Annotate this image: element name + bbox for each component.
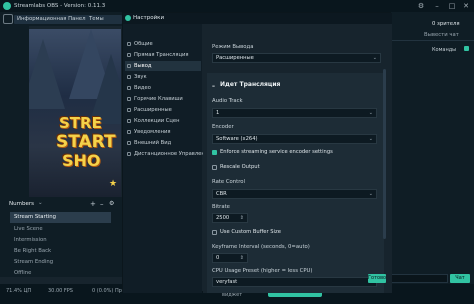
collapse-icon[interactable]: –: [212, 83, 215, 90]
audio-track-label: Audio Track: [212, 98, 243, 104]
commands-toggle[interactable]: [464, 46, 469, 51]
settings-sidebar: Общие Прямая Трансляция Вывод Звук Видео…: [123, 24, 211, 293]
fps-counter: 30.00 FPS: [48, 288, 73, 294]
sidebar-item-general[interactable]: Общие: [125, 39, 201, 49]
paint-icon: [127, 141, 131, 145]
scene-collection-title[interactable]: Numbers: [9, 201, 34, 207]
settings-gear-icon[interactable]: ⚙: [416, 1, 426, 11]
output-icon: [127, 64, 131, 68]
cpu-preset-label: CPU Usage Preset (higher = less CPU): [212, 268, 313, 274]
wrench-icon: [127, 108, 131, 112]
viewer-count: 0 зрителя: [432, 21, 460, 27]
globe-icon: [127, 53, 131, 57]
preview-logo-line1: STRE: [59, 114, 102, 132]
rate-control-select[interactable]: CBR ⌄: [212, 189, 377, 199]
rescale-checkbox[interactable]: [212, 165, 217, 170]
window-title: Streamlabs OBS - Version: 0.11.3: [14, 3, 106, 9]
maximize-button[interactable]: □: [447, 1, 457, 11]
rescale-label: Rescale Output: [220, 164, 260, 170]
sidebar-item-output[interactable]: Вывод: [125, 61, 201, 71]
sidebar-item-remote-control[interactable]: Дистанционное Управление: [125, 149, 211, 159]
star-icon: ★: [109, 179, 118, 189]
cpu-usage: 71.4% ЦП: [6, 288, 32, 294]
done-button[interactable]: Готово: [368, 274, 386, 283]
chevron-down-icon: ⌄: [368, 110, 373, 116]
editor-left-strip: [0, 26, 29, 197]
tab-themes[interactable]: Темы: [86, 15, 122, 24]
menu-icon[interactable]: [3, 14, 13, 24]
sidebar-item-notifications[interactable]: Уведомления: [125, 127, 201, 137]
custom-buffer-label: Use Custom Buffer Size: [220, 229, 281, 235]
stepper-icon[interactable]: ⇕: [240, 254, 244, 263]
section-title: Идет Трансляция: [220, 81, 281, 88]
dialog-title: Настройки: [133, 15, 165, 21]
close-button[interactable]: ✕: [461, 1, 471, 11]
preview-logo-line3: SHO: [62, 151, 101, 170]
minimize-button[interactable]: –: [432, 1, 442, 11]
enforce-label: Enforce streaming service encoder settin…: [220, 149, 333, 155]
bitrate-input[interactable]: 2500 ⇕: [212, 213, 248, 223]
output-mode-select[interactable]: Расширенные ⌄: [212, 53, 381, 63]
add-scene-icon[interactable]: +: [90, 200, 96, 208]
monitor-icon: [127, 86, 131, 90]
scene-item[interactable]: Stream Ending: [10, 257, 111, 268]
custom-buffer-checkbox[interactable]: [212, 230, 217, 235]
keyframe-label: Keyframe Interval (seconds, 0=auto): [212, 244, 310, 250]
rate-control-label: Rate Control: [212, 179, 245, 185]
scene-item[interactable]: Be Right Back: [10, 246, 111, 257]
sidebar-item-stream[interactable]: Прямая Трансляция: [125, 50, 201, 60]
sidebar-item-scene-collections[interactable]: Коллекции Сцен: [125, 116, 201, 126]
sidebar-item-audio[interactable]: Звук: [125, 72, 201, 82]
tab-dashboard[interactable]: Информационная Панель: [14, 15, 92, 24]
scenes-panel: Numbers ⌄ + – ⚙ Stream Starting Live Sce…: [0, 197, 122, 277]
settings-content: Режим Вывода Расширенные ⌄ – Идет Трансля…: [203, 24, 392, 293]
sidebar-item-advanced[interactable]: Расширенные: [125, 105, 201, 115]
chat-commands[interactable]: Команды: [432, 47, 456, 53]
cpu-preset-select[interactable]: veryfast⌄: [212, 277, 377, 287]
speaker-icon: [127, 75, 131, 79]
stream-preview[interactable]: STRE START SHO ★: [29, 29, 121, 197]
dialog-logo-icon: [125, 15, 131, 21]
scene-item[interactable]: Stream Starting: [10, 212, 111, 223]
enforce-checkbox[interactable]: [212, 150, 217, 155]
sidebar-item-video[interactable]: Видео: [125, 83, 201, 93]
scene-settings-gear-icon[interactable]: ⚙: [109, 200, 114, 207]
audio-track-select[interactable]: 1 ⌄: [212, 108, 377, 118]
gear-icon: [127, 42, 131, 46]
stepper-icon[interactable]: ⇕: [240, 214, 244, 223]
collection-icon: [127, 119, 131, 123]
settings-dialog: Настройки Общие Прямая Трансляция Вывод …: [122, 12, 392, 293]
scene-item[interactable]: Intermission: [10, 235, 111, 246]
remote-icon: [127, 152, 131, 156]
popout-chat-link[interactable]: Вывести чат: [424, 32, 459, 38]
top-navigation: Информационная Панель Темы: [0, 12, 122, 26]
chevron-down-icon: ⌄: [368, 136, 373, 142]
sidebar-item-hotkeys[interactable]: Горячие Клавиши: [125, 94, 201, 104]
remove-scene-icon[interactable]: –: [100, 200, 104, 208]
bell-icon: [127, 130, 131, 134]
chat-send-button[interactable]: Чат: [450, 274, 470, 283]
chevron-down-icon: ⌄: [372, 55, 377, 61]
streaming-section: – Идет Трансляция Audio Track 1 ⌄ Encoder…: [207, 73, 384, 293]
dialog-header: Настройки: [123, 13, 392, 24]
scene-item[interactable]: Live Scene: [10, 224, 111, 235]
scrollbar[interactable]: [383, 69, 386, 239]
scene-item[interactable]: Offline: [10, 268, 111, 277]
keyframe-input[interactable]: 0 ⇕: [212, 253, 248, 263]
encoder-label: Encoder: [212, 124, 234, 130]
encoder-select[interactable]: Software (x264) ⌄: [212, 134, 377, 144]
chevron-down-icon[interactable]: ⌄: [38, 200, 43, 206]
output-mode-label: Режим Вывода: [212, 44, 254, 50]
sidebar-item-appearance[interactable]: Внешний Вид: [125, 138, 201, 148]
chevron-down-icon: ⌄: [368, 191, 373, 197]
preview-logo-line2: START: [56, 132, 116, 152]
title-bar: Streamlabs OBS - Version: 0.11.3 ⚙ – □ ✕: [0, 0, 474, 12]
keyboard-icon: [127, 97, 131, 101]
bitrate-label: Bitrate: [212, 204, 230, 210]
app-logo-icon: [3, 2, 11, 10]
